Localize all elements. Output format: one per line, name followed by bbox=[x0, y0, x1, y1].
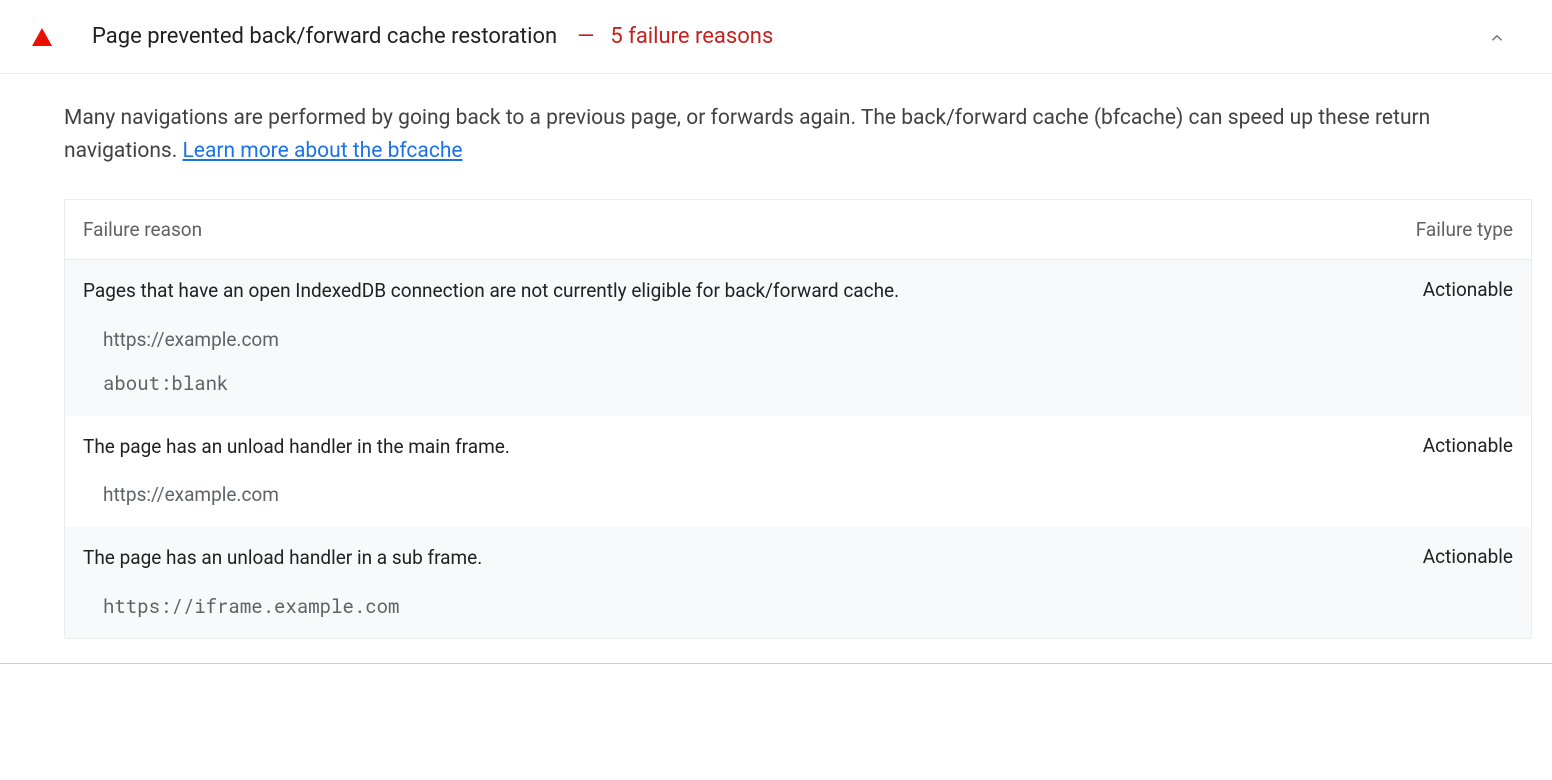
column-header-type: Failure type bbox=[1416, 218, 1513, 241]
audit-header[interactable]: Page prevented back/forward cache restor… bbox=[0, 0, 1552, 74]
chevron-up-icon[interactable] bbox=[1488, 29, 1504, 45]
url-item: about:blank bbox=[103, 371, 1513, 398]
warning-triangle-icon bbox=[32, 28, 52, 46]
failure-count: 5 failure reasons bbox=[610, 24, 773, 49]
url-list: https://example.com about:blank bbox=[83, 305, 1513, 398]
section-divider bbox=[0, 663, 1552, 664]
url-item: https://example.com bbox=[103, 482, 1513, 509]
failure-type: Actionable bbox=[1423, 434, 1513, 457]
failure-reason: The page has an unload handler in the ma… bbox=[83, 434, 1423, 461]
failure-type: Actionable bbox=[1423, 545, 1513, 568]
table-row: The page has an unload handler in a sub … bbox=[65, 527, 1531, 638]
url-list: https://iframe.example.com bbox=[83, 572, 1513, 621]
table-row: Pages that have an open IndexedDB connec… bbox=[65, 260, 1531, 416]
failure-separator: — bbox=[577, 24, 594, 49]
url-item: https://iframe.example.com bbox=[103, 594, 1513, 621]
table-row: The page has an unload handler in the ma… bbox=[65, 416, 1531, 527]
learn-more-link[interactable]: Learn more about the bfcache bbox=[183, 139, 463, 163]
failure-reason: The page has an unload handler in a sub … bbox=[83, 545, 1423, 572]
failure-reason: Pages that have an open IndexedDB connec… bbox=[83, 278, 1423, 305]
audit-body: Many navigations are performed by going … bbox=[0, 74, 1552, 639]
failure-type: Actionable bbox=[1423, 278, 1513, 301]
url-item: https://example.com bbox=[103, 327, 1513, 354]
url-list: https://example.com bbox=[83, 460, 1513, 509]
failure-table: Failure reason Failure type Pages that h… bbox=[64, 199, 1532, 639]
table-header: Failure reason Failure type bbox=[65, 200, 1531, 260]
column-header-reason: Failure reason bbox=[83, 218, 1416, 241]
audit-title: Page prevented back/forward cache restor… bbox=[92, 24, 557, 49]
audit-description: Many navigations are performed by going … bbox=[64, 102, 1484, 167]
